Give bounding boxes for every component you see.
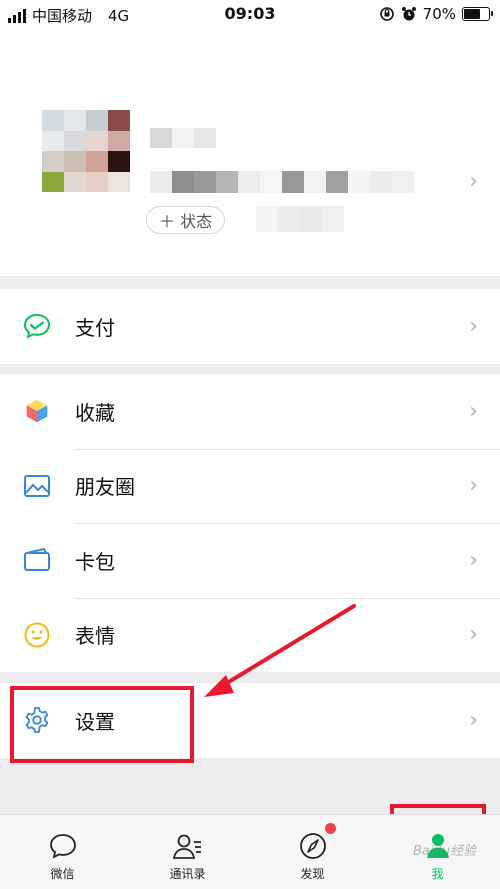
battery-icon: [462, 7, 493, 21]
features-group: 收藏 › 朋友圈 › 卡包 › 表情 ›: [0, 374, 500, 672]
add-status-button[interactable]: ＋ 状态: [146, 206, 226, 234]
chat-bubble-icon: [46, 829, 80, 863]
battery-percent: 70%: [422, 5, 456, 23]
profile-header[interactable]: ＋ 状态 ›: [0, 28, 500, 276]
tab-label: 微信: [50, 867, 75, 881]
chevron-right-icon: ›: [469, 707, 478, 733]
chevron-right-icon: ›: [469, 398, 478, 424]
settings-highlight-box: [10, 686, 194, 763]
contacts-icon: [171, 829, 205, 863]
chevron-right-icon: ›: [469, 547, 478, 573]
status-right: 70%: [379, 5, 493, 23]
chevron-right-icon: ›: [469, 473, 478, 499]
watermark: Baidu经验: [413, 844, 476, 859]
menu-item-label: 卡包: [75, 549, 115, 574]
alarm-clock-icon: [401, 7, 416, 21]
smile-icon: [22, 620, 52, 650]
chevron-right-icon: ›: [469, 169, 478, 194]
menu-item-cards[interactable]: 卡包 ›: [0, 523, 500, 598]
wechat-id-pixelated: [150, 171, 414, 193]
tab-label: 通讯录: [169, 867, 206, 881]
menu-item-favorites[interactable]: 收藏 ›: [0, 374, 500, 449]
chevron-right-icon: ›: [469, 622, 478, 648]
notification-dot: [325, 823, 336, 834]
battery-fill: [464, 9, 480, 19]
menu-item-moments[interactable]: 朋友圈 ›: [0, 448, 500, 524]
tab-label: 发现: [300, 867, 325, 881]
status-extra-pixelated: [256, 206, 344, 232]
tab-chats[interactable]: 微信: [0, 815, 125, 889]
favorites-cube-icon: [22, 396, 52, 426]
tab-label: 我: [431, 867, 444, 881]
menu-item-stickers[interactable]: 表情 ›: [0, 597, 500, 673]
menu-item-label: 支付: [75, 315, 115, 340]
tab-contacts[interactable]: 通讯录: [125, 815, 250, 889]
menu-item-label: 表情: [75, 624, 115, 649]
menu-item-label: 朋友圈: [75, 475, 135, 500]
avatar[interactable]: [42, 110, 130, 192]
menu-item-pay[interactable]: 支付 ›: [0, 289, 500, 364]
card-wallet-icon: [22, 545, 52, 575]
nickname-pixelated: [150, 128, 216, 148]
pay-icon: [22, 311, 52, 341]
chevron-right-icon: ›: [469, 313, 478, 339]
status-bar: 中国移动 4G 09:03 70%: [0, 0, 500, 28]
pay-group: 支付 ›: [0, 289, 500, 364]
compass-icon: [296, 829, 330, 863]
moments-image-icon: [22, 471, 52, 501]
menu-item-label: 收藏: [75, 400, 115, 425]
tab-discover[interactable]: 发现: [250, 815, 375, 889]
rotation-lock-icon: [379, 7, 394, 21]
